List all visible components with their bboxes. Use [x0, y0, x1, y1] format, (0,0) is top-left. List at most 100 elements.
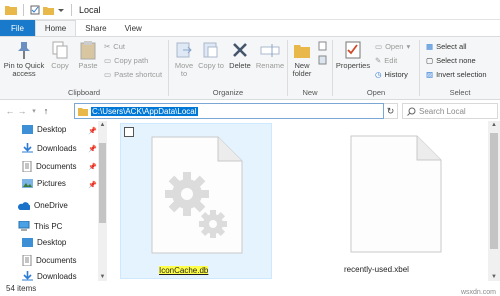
status-bar: 54 items wsxdn.com [0, 281, 500, 296]
organize-group: Move to Copy to Delete Rename Organize [169, 37, 287, 99]
clipboard-group-label: Clipboard [67, 88, 101, 97]
address-bar-row: ← → ▾ ↑ C:\Users\ACK\AppData\Local ↻ Sea… [0, 101, 500, 121]
properties-button[interactable]: Properties [335, 40, 371, 70]
paste-label: Paste [78, 61, 98, 70]
cut-button[interactable]: ✂ Cut [104, 42, 125, 51]
new-folder-icon [294, 45, 310, 58]
nav-item-pc-desktop[interactable]: Desktop [22, 238, 66, 247]
nav-item-onedrive[interactable]: OneDrive [18, 201, 68, 210]
select-none-icon: ▢ [426, 56, 434, 65]
paste-button[interactable]: Paste [74, 40, 102, 70]
checkbox-icon[interactable] [124, 127, 134, 137]
nav-item-pictures[interactable]: Pictures [22, 179, 66, 188]
select-all-button[interactable]: ▦ Select all [426, 42, 467, 51]
search-input[interactable]: Search Local [402, 103, 498, 119]
address-path[interactable]: C:\Users\ACK\AppData\Local [91, 106, 198, 116]
scissors-icon: ✂ [104, 42, 111, 51]
pin-icon [18, 42, 30, 59]
scroll-down-icon[interactable]: ▼ [98, 274, 107, 280]
properties-qat-icon[interactable] [30, 5, 40, 15]
file-item-recently-used[interactable]: recently-used.xbel [320, 123, 472, 279]
nav-scrollbar[interactable]: ▲ ▼ [98, 121, 107, 281]
paste-shortcut-button[interactable]: ▭ Paste shortcut [104, 70, 162, 79]
item-count: 54 items [6, 284, 37, 293]
folder-icon [78, 107, 88, 116]
nav-item-pc-downloads[interactable]: Downloads [22, 271, 77, 281]
copy-button[interactable]: Copy [46, 40, 74, 70]
move-to-label: Move to [174, 61, 194, 78]
rename-button[interactable]: Rename [255, 40, 285, 70]
new-item-button[interactable] [318, 41, 328, 53]
pin-quick-access-button[interactable]: Pin to Quick access [2, 40, 46, 78]
content-scrollbar[interactable]: ▲ ▼ [488, 121, 500, 281]
cut-label: Cut [113, 42, 125, 51]
qat-separator [23, 3, 24, 16]
new-folder-button[interactable]: New folder [290, 40, 314, 78]
forward-arrow-icon[interactable]: → [16, 106, 28, 116]
copy-path-label: Copy path [114, 56, 149, 65]
content-scrollbar-thumb[interactable] [490, 133, 498, 249]
folder-icon [5, 5, 17, 15]
rename-icon [260, 44, 280, 57]
select-all-label: Select all [436, 42, 467, 51]
select-group-label: Select [449, 88, 471, 97]
edit-label: Edit [384, 56, 398, 65]
nav-label: Pictures [37, 179, 66, 188]
edit-icon: ✎ [375, 56, 382, 65]
back-arrow-icon[interactable]: ← [4, 106, 16, 116]
nav-label: Downloads [37, 271, 77, 281]
nav-item-documents[interactable]: Documents [22, 161, 76, 172]
select-none-button[interactable]: ▢ Select none [426, 56, 476, 65]
copy-to-label: Copy to [198, 61, 224, 70]
scroll-up-icon[interactable]: ▲ [98, 122, 107, 128]
tab-home[interactable]: Home [34, 20, 77, 36]
search-icon [407, 107, 416, 116]
invert-selection-icon: ▨ [426, 70, 434, 79]
move-to-button[interactable]: Move to [171, 40, 197, 78]
history-button[interactable]: ◷ History [375, 70, 408, 79]
copy-to-button[interactable]: Copy to [198, 40, 224, 70]
address-bar[interactable]: C:\Users\ACK\AppData\Local [74, 103, 384, 119]
scroll-up-icon[interactable]: ▲ [488, 122, 500, 128]
file-name[interactable]: recently-used.xbel [344, 265, 409, 274]
nav-item-downloads[interactable]: Downloads [22, 143, 77, 153]
properties-label: Properties [335, 61, 371, 70]
up-arrow-icon[interactable]: ↑ [40, 106, 52, 116]
open-group-label: Open [366, 88, 386, 97]
easy-access-icon [318, 55, 327, 65]
refresh-icon[interactable]: ↻ [384, 103, 398, 119]
scroll-down-icon[interactable]: ▼ [488, 274, 500, 280]
move-to-icon [176, 42, 192, 58]
open-group: Properties ▭ Open ▾ ✎ Edit ◷ History Open [333, 37, 419, 99]
tab-view[interactable]: View [116, 20, 151, 36]
chevron-down-icon: ▾ [406, 42, 411, 51]
nav-item-this-pc[interactable]: This PC [18, 221, 62, 231]
nav-label: Documents [36, 162, 77, 171]
qat-dropdown-icon[interactable] [57, 5, 65, 15]
copy-path-button[interactable]: ▭ Copy path [104, 56, 148, 65]
file-name[interactable]: IconCache.db [159, 266, 209, 275]
easy-access-button[interactable] [318, 55, 328, 67]
open-button[interactable]: ▭ Open ▾ [375, 42, 410, 51]
recent-chevron-icon[interactable]: ▾ [28, 107, 40, 115]
pin-label: Pin to Quick access [3, 61, 45, 78]
tab-share[interactable]: Share [76, 20, 115, 36]
invert-selection-button[interactable]: ▨ Invert selection [426, 70, 487, 79]
delete-button[interactable]: Delete [227, 40, 253, 70]
nav-item-desktop[interactable]: Desktop [22, 125, 66, 134]
downloads-folder-icon [22, 143, 33, 153]
history-icon: ◷ [375, 70, 382, 79]
nav-label: OneDrive [34, 201, 68, 210]
paste-shortcut-icon: ▭ [104, 70, 112, 79]
nav-scrollbar-thumb[interactable] [99, 143, 106, 223]
tab-file[interactable]: File [0, 20, 35, 36]
nav-item-pc-documents[interactable]: Documents [22, 255, 76, 266]
new-item-icon [318, 41, 327, 51]
file-item-iconcache[interactable]: IconCache.db [120, 123, 272, 279]
documents-folder-icon [22, 161, 32, 172]
new-folder-qat-icon[interactable] [43, 5, 54, 15]
nav-label: Desktop [37, 238, 67, 247]
edit-button[interactable]: ✎ Edit [375, 56, 397, 65]
quick-access-toolbar [0, 3, 75, 16]
copy-icon [52, 41, 68, 59]
